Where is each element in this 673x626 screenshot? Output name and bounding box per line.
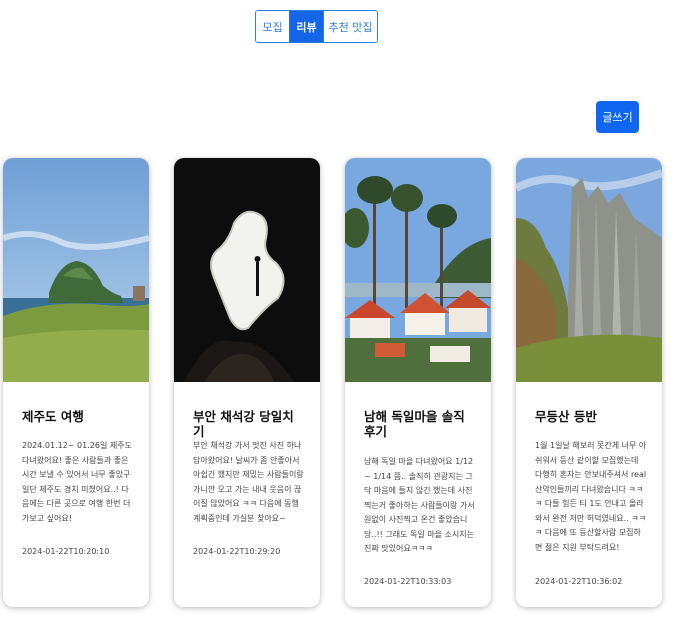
write-post-button[interactable]: 글쓰기 xyxy=(596,101,639,133)
review-card-excerpt: 1월 1일날 해보러 못간게 너무 아쉬워서 등산 같이할 모집했는데 다행히 … xyxy=(535,441,647,552)
review-card-date: 2024-01-22T10:20:10 xyxy=(22,547,110,556)
tab-recruit[interactable]: 모집 xyxy=(256,11,289,42)
review-card-date: 2024-01-22T10:29:20 xyxy=(193,547,281,556)
review-card[interactable]: 무등산 등반 1월 1일날 해보러 못간게 너무 아쉬워서 등산 같이할 모집했… xyxy=(516,158,662,607)
review-card-image xyxy=(3,158,149,382)
review-card-title: 부안 채석강 당일치기 xyxy=(193,409,294,439)
review-card-image xyxy=(174,158,320,382)
review-category-tabs: 모집 리뷰 추천 맛집 xyxy=(255,10,378,43)
review-card[interactable]: 부안 채석강 당일치기 부안 채석강 가서 멋진 사진 하나 담아왔어요! 날씨… xyxy=(174,158,320,607)
review-card-image xyxy=(516,158,662,382)
tab-review[interactable]: 리뷰 xyxy=(289,11,323,42)
review-card-title: 무등산 등반 xyxy=(535,409,597,424)
review-card-excerpt: 부안 채석강 가서 멋진 사진 하나 담아왔어요! 날씨가 좀 안좋아서 아쉽긴… xyxy=(193,441,304,523)
review-card-excerpt: 2024.01.12~ 01.26일 제주도 다녀왔어요! 좋은 사람들과 좋은… xyxy=(22,441,132,523)
review-card-date: 2024-01-22T10:36:02 xyxy=(535,577,623,586)
review-card-date: 2024-01-22T10:33:03 xyxy=(364,577,452,586)
review-card[interactable]: 제주도 여행 2024.01.12~ 01.26일 제주도 다녀왔어요! 좋은 … xyxy=(3,158,149,607)
review-card[interactable]: 남해 독일마을 솔직후기 남해 독일 마을 다녀왔어요 1/12 ~ 1/14 … xyxy=(345,158,491,607)
review-card-image xyxy=(345,158,491,382)
review-card-excerpt: 남해 독일 마을 다녀왔어요 1/12 ~ 1/14 쯤.. 솔직히 관광지는 … xyxy=(364,457,475,553)
review-card-title: 남해 독일마을 솔직후기 xyxy=(364,409,465,439)
tab-recommended-restaurants[interactable]: 추천 맛집 xyxy=(323,11,377,42)
review-card-title: 제주도 여행 xyxy=(22,409,84,424)
